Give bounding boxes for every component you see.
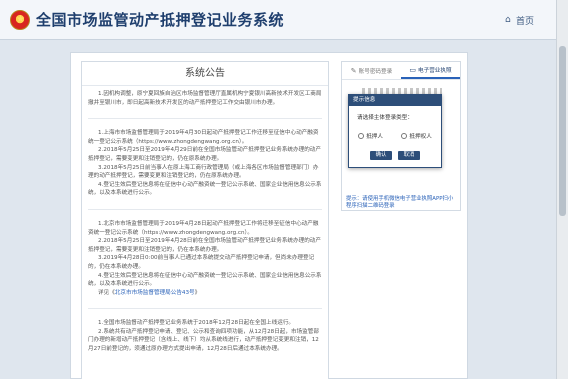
divider: [88, 107, 322, 120]
tab-account-label: 账号密码登录: [358, 68, 393, 75]
home-link[interactable]: ⌂ 首页: [504, 14, 534, 28]
license-card-icon: ▭: [409, 65, 417, 74]
pen-icon: ✎: [350, 66, 357, 75]
cancel-button[interactable]: 取消: [398, 151, 420, 160]
dialog-buttons: 确认 取消: [349, 151, 441, 160]
site-title: 全国市场监管动产抵押登记业务系统: [36, 12, 285, 29]
divider: [88, 297, 322, 310]
scrollbar-thumb[interactable]: [559, 46, 566, 216]
notice-paragraph: 1.因机构调整，原宁夏回族自治区市场监督管理厅直属机构宁夏银川高新技术开发区工商…: [88, 91, 322, 106]
notice-paragraph: 3.2018年5月25日前当事人在原上海工商行政管理局（或上海各区市场监督管理部…: [88, 164, 319, 180]
vertical-scrollbar[interactable]: [556, 0, 568, 379]
announcement-43-link[interactable]: 北京市市场监督管理局公告43号: [115, 290, 195, 296]
radio-mortgagee[interactable]: 抵押权人: [401, 132, 432, 140]
notice-paragraph: 3.2019年4月28日0:00前当事人已通过本系统提交动产抵押登记申请，但尚未…: [88, 255, 315, 270]
login-hint: 提示：请使用手机微信电子营业执照APP扫小程序扫描二维码登录: [346, 196, 454, 209]
link-prefix: 详见《: [98, 289, 115, 296]
link-suffix: 》: [194, 289, 201, 296]
radio-button[interactable]: [358, 133, 365, 139]
notice-paragraph: 4.登记生效后登记信息将在征信中心动产融资统一登记公示系统、国家企业信用信息公示…: [88, 272, 322, 288]
announcement-title: 系统公告: [82, 62, 328, 86]
divider: [88, 198, 322, 210]
notice-paragraph: 1.全国市场监督动产抵押登记业务系统于2018年12月28日起在全国上线运行。: [98, 320, 295, 327]
notice-paragraph: 1.上海市市场监督管理局于2019年4月30日起动产抵押登记工作迁移至征信中心动…: [88, 130, 319, 145]
radio-button[interactable]: [401, 133, 408, 139]
national-emblem-icon: [10, 9, 30, 30]
radio-mortgagor[interactable]: 抵押人: [358, 132, 383, 140]
notice-paragraph: 1.北京市市场监督管理局于2019年4月28日起动产抵押登记工作将迁移至征信中心…: [88, 220, 319, 236]
notice-paragraph: 2.系统共有动产抵押登记申请、登记、公示和查询四项功能，从12月28日起，市场监…: [88, 328, 319, 353]
notice-paragraph: 2.2018年5月25日至2019年4月29日前在全国市场监管动产抵押登记业务系…: [88, 147, 321, 162]
radio-mortgagor-label: 抵押人: [366, 134, 383, 140]
login-type-dialog: 提示信息 请选择主体登录类型： 抵押人 抵押权人 确认 取消: [348, 94, 442, 168]
tab-license-label: 电子营业执照: [418, 67, 452, 74]
login-tabs: ✎ 账号密码登录 ▭ 电子营业执照: [342, 62, 460, 80]
tab-account-password[interactable]: ✎ 账号密码登录: [342, 62, 401, 79]
site-header: 全国市场监管动产抵押登记业务系统 ⌂ 首页: [0, 0, 568, 40]
home-icon: ⌂: [504, 15, 511, 25]
login-type-options: 抵押人 抵押权人: [349, 132, 441, 140]
home-label: 首页: [515, 17, 534, 27]
notice-paragraph: 4.登记生效后登记信息将在征信中心动产融资统一登记公示系统、国家企业信用信息公示…: [88, 181, 322, 197]
radio-mortgagee-label: 抵押权人: [409, 134, 432, 140]
notice-paragraph: 2.2018年5月25日至2019年4月28日前在全国市场监管动产抵押登记业务系…: [88, 238, 321, 253]
tab-electronic-license[interactable]: ▭ 电子营业执照: [401, 62, 460, 79]
dialog-prompt: 请选择主体登录类型：: [357, 115, 413, 121]
announcement-panel: 系统公告 1.因机构调整，原宁夏回族自治区市场监督管理厅直属机构宁夏银川高新技术…: [81, 61, 329, 379]
notice-link-line: 详见《北京市市场监督管理局公告43号》: [88, 289, 322, 298]
announcement-body: 1.因机构调整，原宁夏回族自治区市场监督管理厅直属机构宁夏银川高新技术开发区工商…: [82, 86, 328, 354]
dialog-title: 提示信息: [349, 95, 441, 106]
confirm-button[interactable]: 确认: [370, 151, 392, 160]
